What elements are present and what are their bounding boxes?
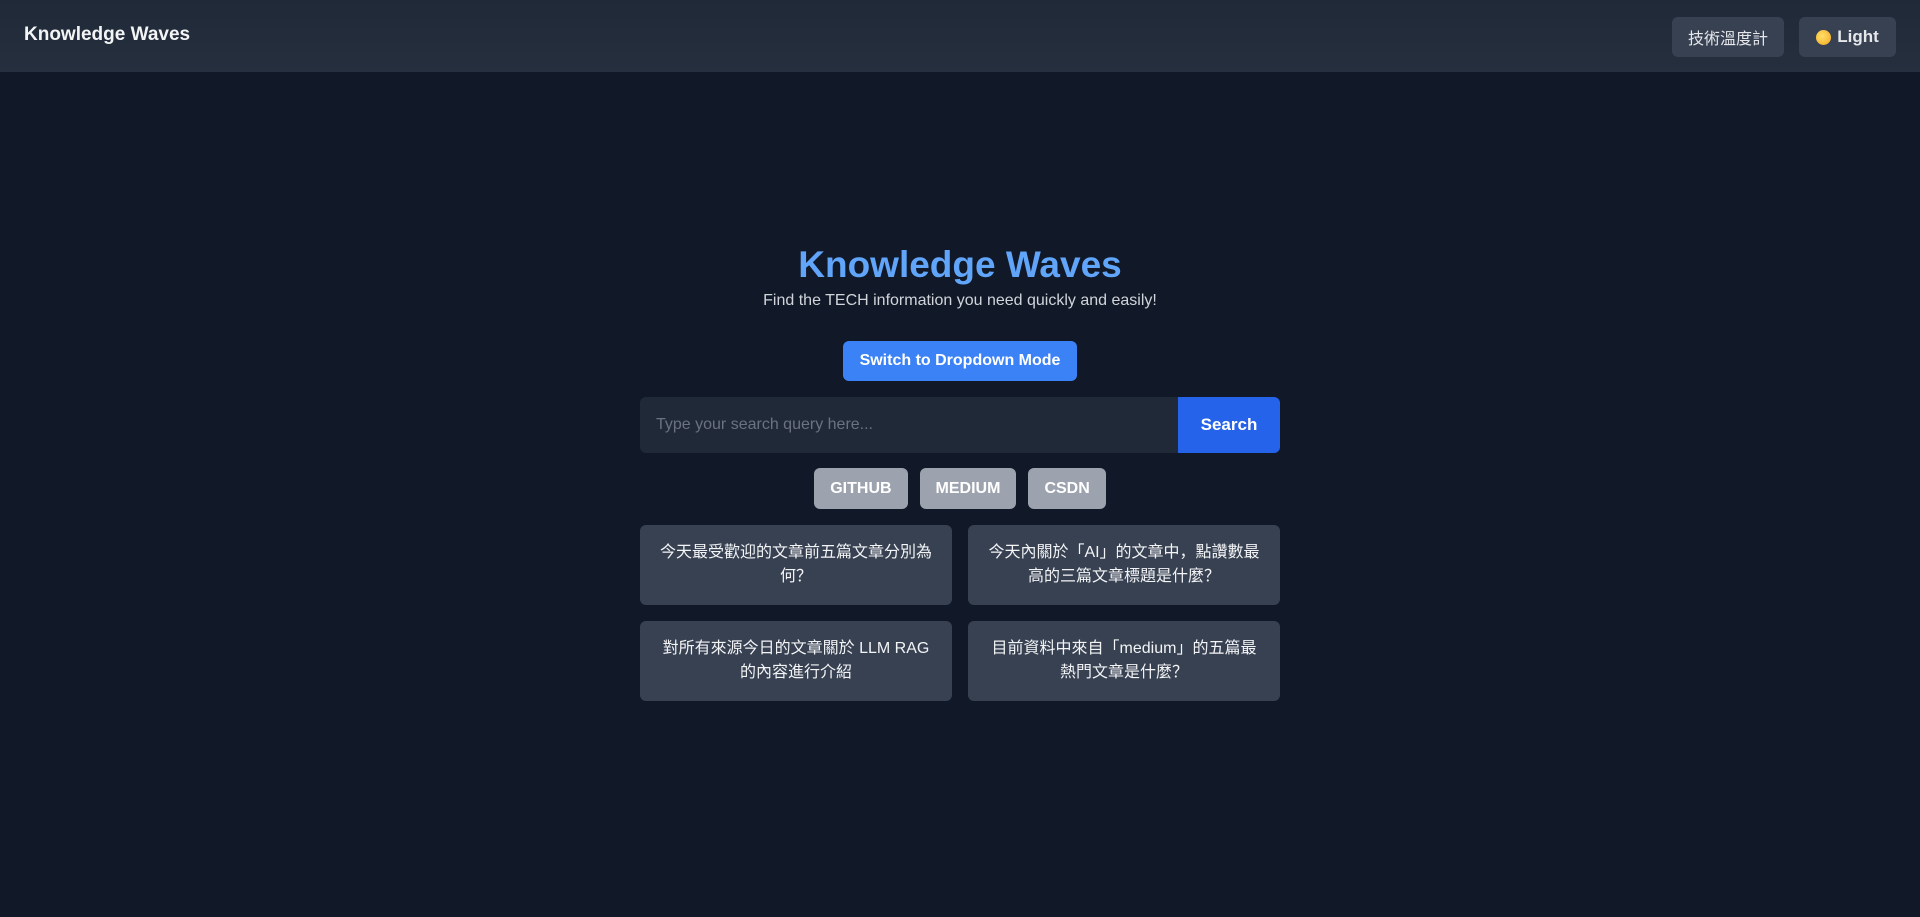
page-title: Knowledge Waves bbox=[798, 244, 1122, 285]
source-tag-csdn[interactable]: CSDN bbox=[1028, 468, 1106, 509]
source-filter-tags: GITHUB MEDIUM CSDN bbox=[0, 468, 1920, 509]
sun-face-icon bbox=[1816, 29, 1832, 45]
suggested-query-card[interactable]: 今天內關於「AI」的文章中，點讚數最高的三篇文章標題是什麼？ bbox=[968, 525, 1280, 605]
page-subtitle: Find the TECH information you need quick… bbox=[763, 292, 1157, 309]
suggested-query-card[interactable]: 今天最受歡迎的文章前五篇文章分別為何？ bbox=[640, 525, 952, 605]
source-tag-medium[interactable]: MEDIUM bbox=[919, 468, 1017, 509]
theme-toggle-button[interactable]: Light bbox=[1799, 17, 1896, 57]
search-button[interactable]: Search bbox=[1178, 397, 1280, 453]
top-navbar: Knowledge Waves 技術溫度計 Light bbox=[0, 0, 1920, 72]
brand-title[interactable]: Knowledge Waves bbox=[24, 24, 190, 46]
search-input[interactable] bbox=[640, 397, 1178, 453]
switch-mode-button[interactable]: Switch to Dropdown Mode bbox=[843, 341, 1077, 381]
source-tag-github[interactable]: GITHUB bbox=[814, 468, 908, 509]
suggested-query-card[interactable]: 對所有來源今日的文章關於 LLM RAG 的內容進行介紹 bbox=[640, 621, 952, 701]
suggested-query-card[interactable]: 目前資料中來自「medium」的五篇最熱門文章是什麼？ bbox=[968, 621, 1280, 701]
search-bar: Search bbox=[640, 397, 1280, 453]
suggested-queries: 今天最受歡迎的文章前五篇文章分別為何？ 今天內關於「AI」的文章中，點讚數最高的… bbox=[640, 525, 1280, 701]
tech-thermometer-button[interactable]: 技術溫度計 bbox=[1672, 17, 1784, 57]
theme-toggle-label: Light bbox=[1837, 27, 1879, 46]
